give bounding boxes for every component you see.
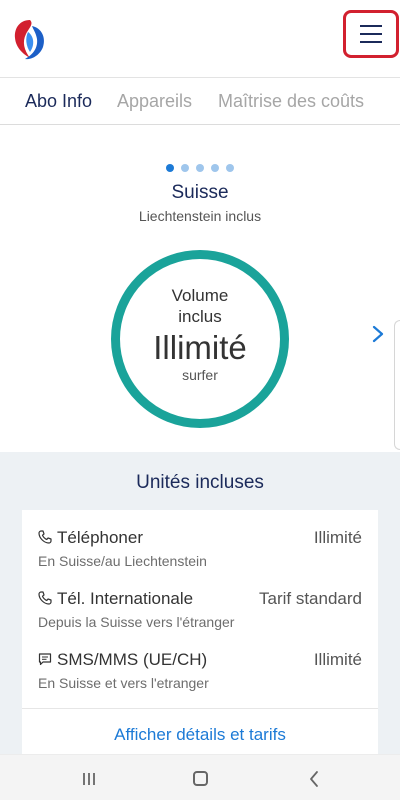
pagination-dot-1[interactable]	[166, 164, 174, 172]
tab-abo-info[interactable]: Abo Info	[25, 91, 92, 112]
home-icon[interactable]	[193, 771, 208, 786]
app-header	[0, 0, 400, 78]
unit-label: SMS/MMS (UE/CH)	[57, 650, 208, 669]
unit-label: Téléphoner	[57, 528, 144, 547]
unit-description: En Suisse et vers l'etranger	[38, 675, 209, 691]
system-navigation-bar	[0, 754, 400, 800]
unit-value: Illimité	[313, 650, 362, 669]
unit-description: Depuis la Suisse vers l'étranger	[38, 614, 235, 630]
region-title: Suisse	[171, 182, 229, 203]
hamburger-menu-icon	[360, 41, 382, 43]
pagination-dot-3[interactable]	[196, 164, 204, 172]
phone-icon	[38, 530, 52, 544]
carousel-pagination	[0, 164, 400, 172]
unit-value: Tarif standard	[259, 589, 362, 608]
chevron-right-icon[interactable]	[368, 322, 388, 346]
tab-appareils[interactable]: Appareils	[117, 91, 192, 112]
pagination-dot-2[interactable]	[181, 164, 189, 172]
unit-row: SMS/MMS (UE/CH) Illimité En Suisse et ve…	[22, 648, 378, 708]
unit-description: En Suisse/au Liechtenstein	[38, 553, 207, 569]
data-volume-ring: Volume inclus Illimité surfer	[111, 250, 289, 428]
phone-icon	[38, 591, 52, 605]
units-title: Unités incluses	[136, 472, 264, 493]
pagination-dot-4[interactable]	[211, 164, 219, 172]
swisscom-logo-icon[interactable]	[12, 18, 48, 62]
tab-maitrise-des-couts[interactable]: Maîtrise des coûts	[218, 91, 364, 112]
ring-value: Illimité	[153, 329, 247, 366]
region-subtitle: Liechtenstein inclus	[138, 208, 262, 224]
hamburger-menu-icon	[360, 33, 382, 35]
edge-panel-handle[interactable]	[394, 320, 400, 450]
pagination-dot-5[interactable]	[226, 164, 234, 172]
recents-icon[interactable]	[81, 772, 97, 786]
included-units-section: Unités incluses Téléphoner Illimité En S…	[0, 452, 400, 754]
ring-label-line2: inclus	[178, 307, 222, 326]
ring-label-line1: Volume	[171, 286, 229, 305]
divider	[22, 708, 378, 709]
unit-label: Tél. Internationale	[57, 589, 194, 608]
message-icon	[38, 653, 52, 666]
unit-value: Illimité	[313, 528, 362, 547]
tab-bar: Abo Info Appareils Maîtrise des coûts	[0, 78, 400, 125]
back-icon[interactable]	[308, 770, 320, 788]
show-details-link[interactable]: Afficher détails et tarifs	[22, 725, 378, 745]
units-card: Téléphoner Illimité En Suisse/au Liechte…	[22, 510, 378, 754]
ring-sublabel: surfer	[182, 367, 218, 383]
unit-row: Tél. Internationale Tarif standard Depui…	[22, 587, 378, 647]
menu-button[interactable]	[343, 10, 399, 58]
hamburger-menu-icon	[360, 25, 382, 27]
unit-row: Téléphoner Illimité En Suisse/au Liechte…	[22, 526, 378, 586]
